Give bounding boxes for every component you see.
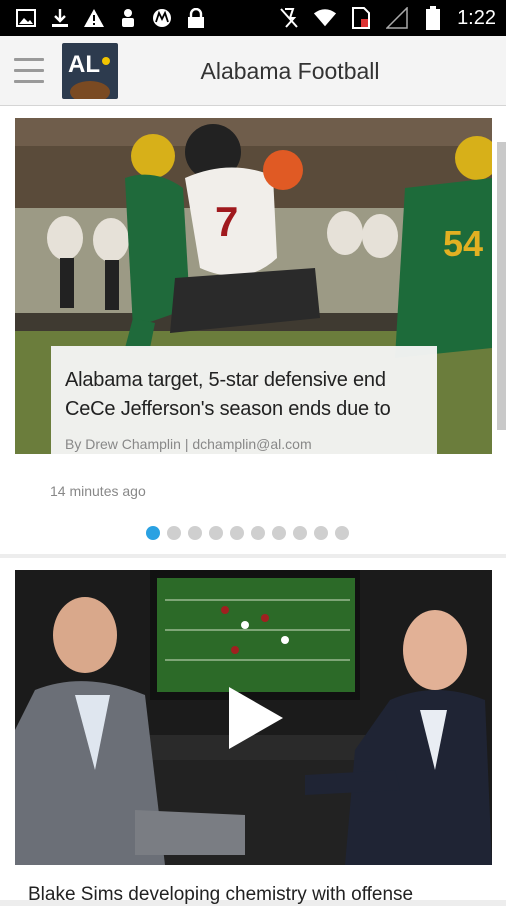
- mute-icon: [277, 6, 301, 30]
- carousel-dot[interactable]: [209, 526, 223, 540]
- image-icon: [14, 6, 38, 30]
- svg-text:7: 7: [215, 198, 238, 245]
- battery-icon: [421, 6, 445, 30]
- page-title: Alabama Football: [200, 58, 380, 84]
- menu-button[interactable]: [10, 52, 48, 90]
- sim-icon: [349, 6, 373, 30]
- app-bar: AL Alabama Football: [0, 36, 506, 106]
- story-byline: By Drew Champlin | dchamplin@al.com: [65, 436, 312, 452]
- download-icon: [48, 6, 72, 30]
- person-icon: [116, 6, 140, 30]
- status-bar: 1:22: [0, 0, 506, 36]
- video-thumbnail[interactable]: [15, 570, 492, 865]
- carousel-dot[interactable]: [230, 526, 244, 540]
- featured-story-card[interactable]: 7 54 Alabama target, 5-star defensive en…: [0, 106, 506, 554]
- headline-overlay[interactable]: Alabama target, 5-star defensive end CeC…: [51, 346, 437, 454]
- lock-icon: [184, 6, 208, 30]
- carousel-dot[interactable]: [314, 526, 328, 540]
- warning-icon: [82, 6, 106, 30]
- carousel-indicator: [146, 526, 349, 540]
- carousel-dot[interactable]: [167, 526, 181, 540]
- video-story-card[interactable]: Blake Sims developing chemistry with off…: [0, 558, 506, 905]
- carousel-dot[interactable]: [335, 526, 349, 540]
- svg-text:54: 54: [443, 223, 483, 264]
- next-slide-peek[interactable]: [497, 142, 506, 430]
- video-story-title[interactable]: Blake Sims developing chemistry with off…: [28, 884, 413, 906]
- wifi-icon: [313, 6, 337, 30]
- carousel-dot[interactable]: [251, 526, 265, 540]
- story-headline[interactable]: Alabama target, 5-star defensive end CeC…: [65, 366, 425, 424]
- al-logo[interactable]: AL: [62, 43, 118, 99]
- carousel-dot[interactable]: [146, 526, 160, 540]
- hamburger-icon: [14, 58, 44, 61]
- featured-story-image[interactable]: 7 54 Alabama target, 5-star defensive en…: [15, 118, 492, 454]
- motorola-icon: [150, 6, 174, 30]
- carousel-dot[interactable]: [272, 526, 286, 540]
- carousel-dot[interactable]: [293, 526, 307, 540]
- football-icon: [70, 81, 110, 99]
- signal-icon: [385, 6, 409, 30]
- carousel-dot[interactable]: [188, 526, 202, 540]
- story-timestamp: 14 minutes ago: [50, 483, 146, 499]
- play-icon[interactable]: [225, 685, 285, 751]
- clock: 1:22: [457, 6, 496, 29]
